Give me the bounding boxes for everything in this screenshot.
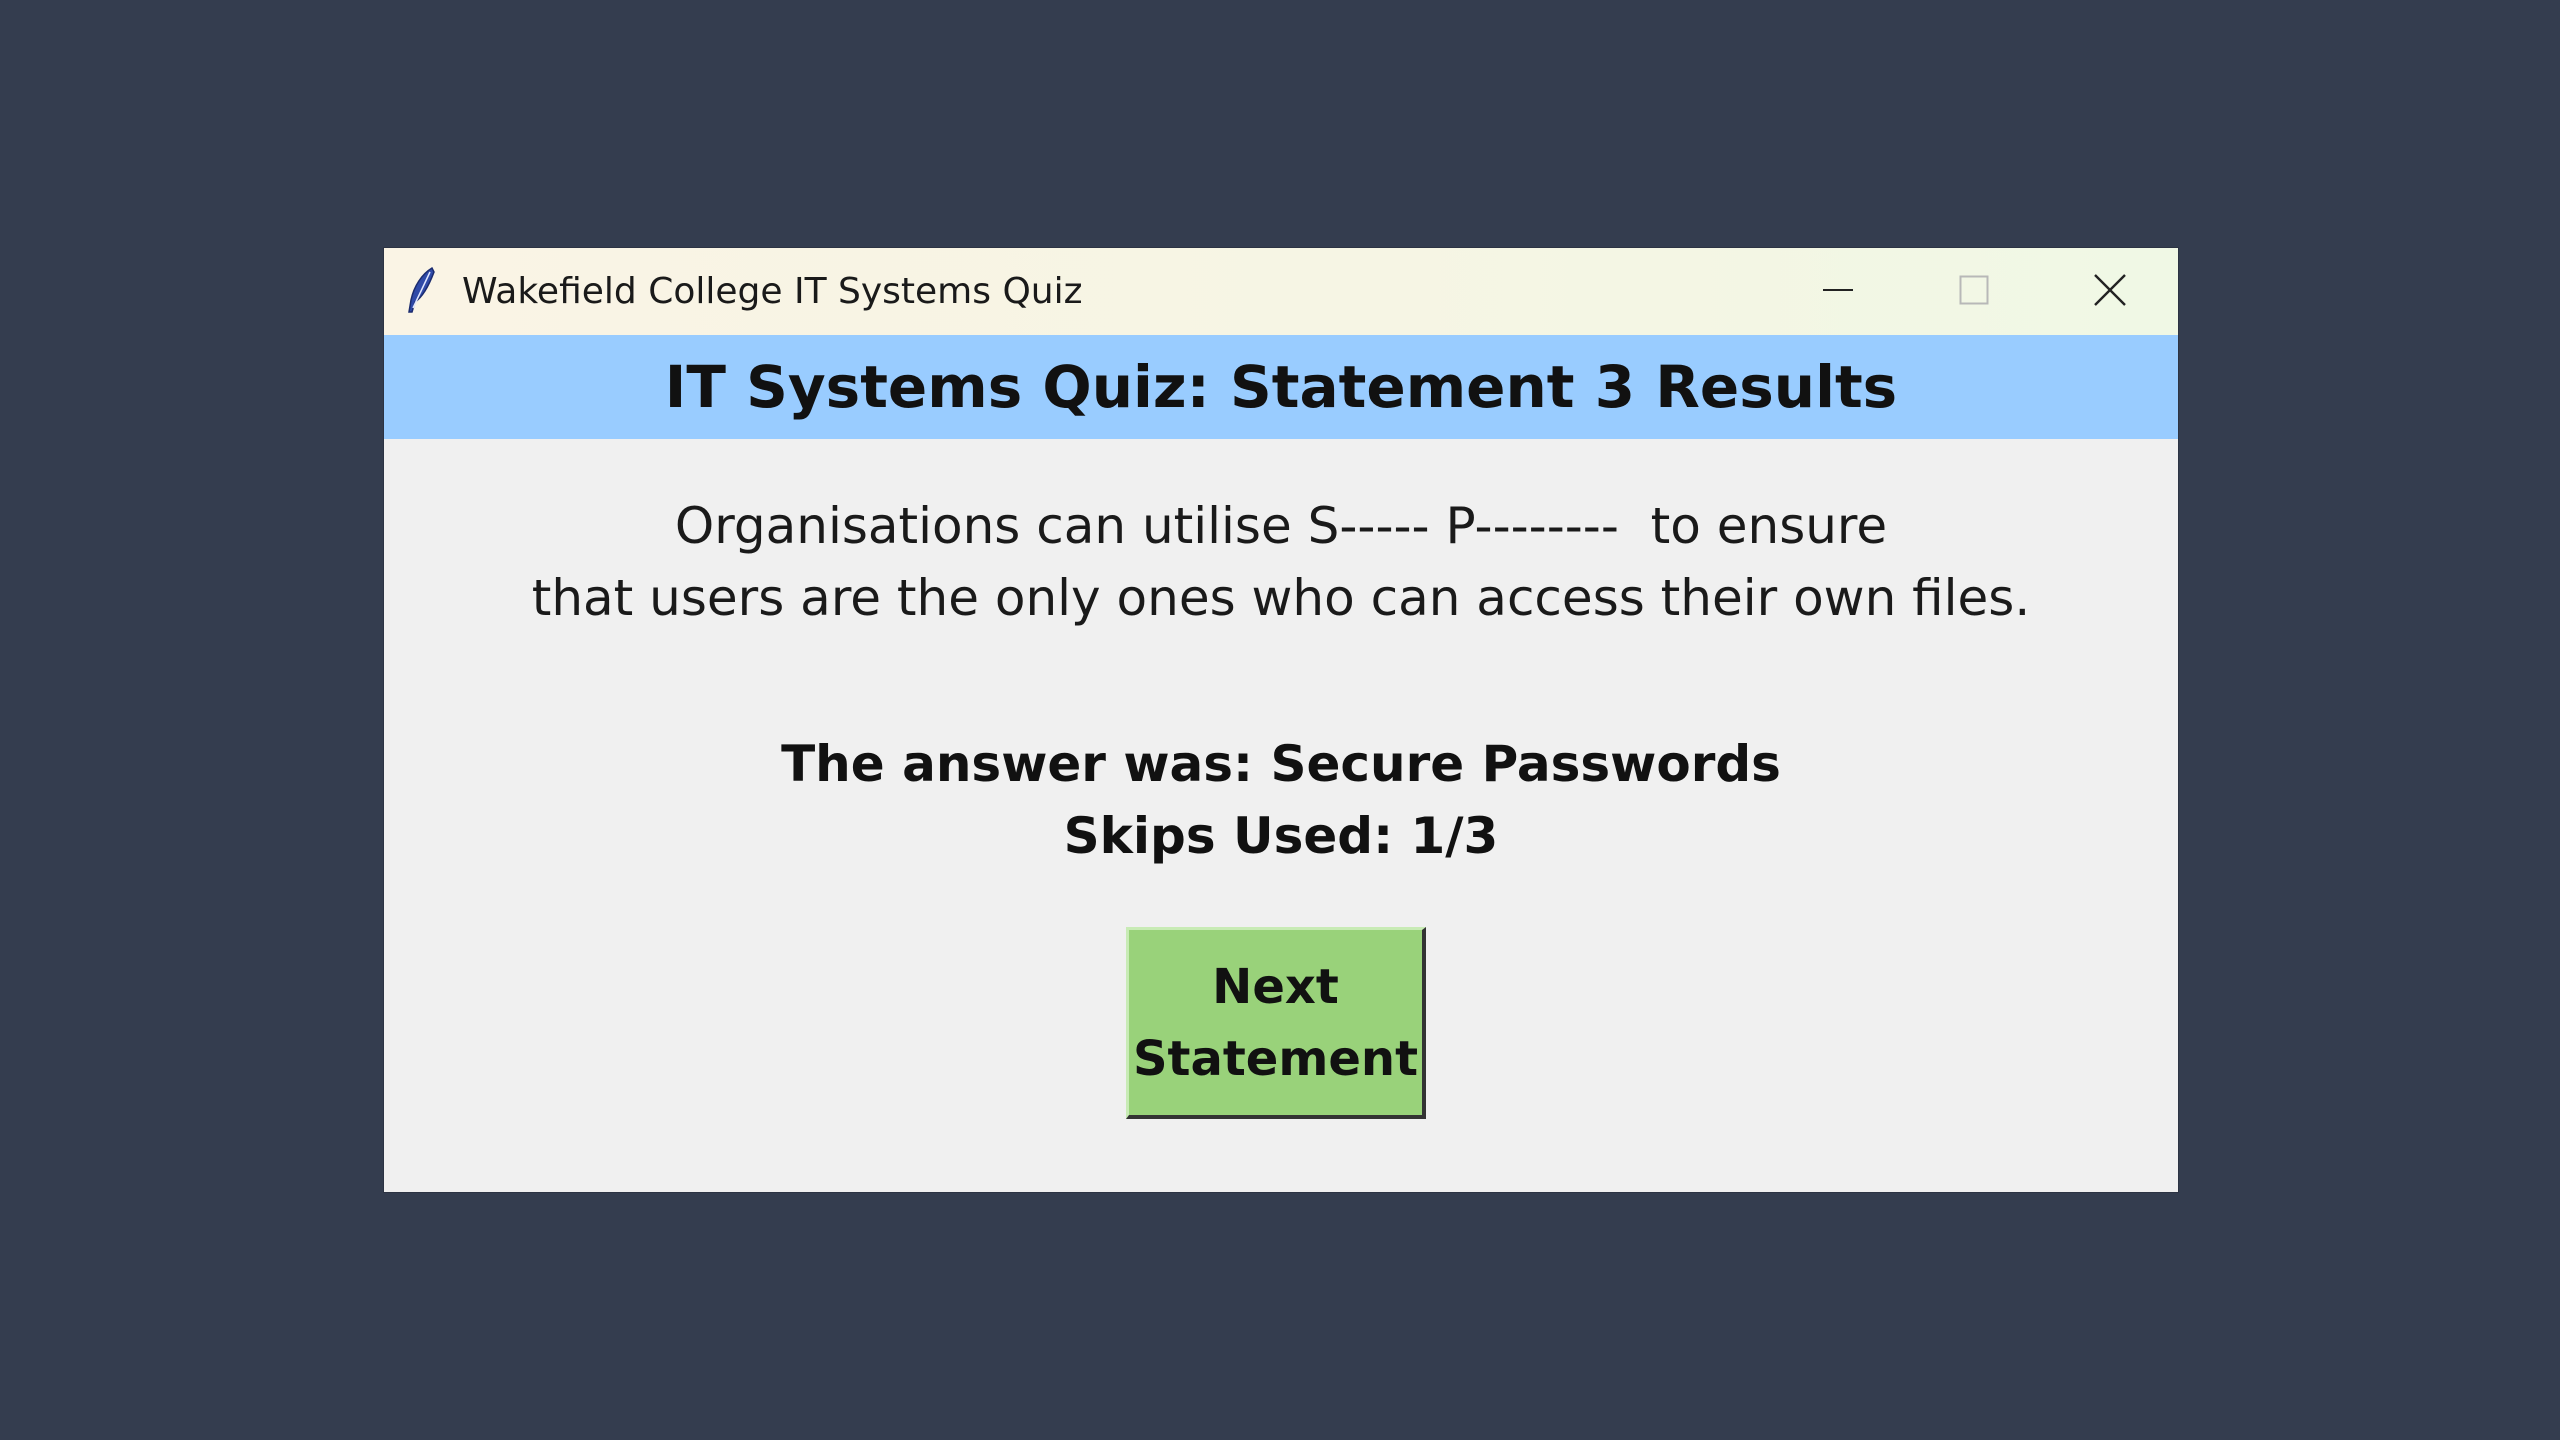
feather-icon [404,266,438,316]
maximize-icon [1959,275,1989,309]
window-title: Wakefield College IT Systems Quiz [462,271,1083,312]
answer-text: The answer was: Secure Passwords [781,735,1781,793]
quiz-window: Wakefield College IT Systems Quiz IT Sys… [384,248,2178,1192]
results-header: IT Systems Quiz: Statement 3 Results [384,335,2178,439]
maximize-button[interactable] [1906,248,2042,335]
title-bar[interactable]: Wakefield College IT Systems Quiz [384,248,2178,335]
statement-line-1: Organisations can utilise S----- P------… [674,497,1888,555]
page-title: IT Systems Quiz: Statement 3 Results [664,353,1898,421]
next-statement-button[interactable]: Next Statement [1126,927,1426,1119]
result-summary: The answer was: Secure Passwords Skips U… [384,728,2178,872]
statement-line-2: that users are the only ones who can acc… [531,569,2031,627]
close-button[interactable] [2042,248,2178,335]
skips-used-text: Skips Used: 1/3 [1063,807,1499,865]
next-button-label-line-1: Next [1212,958,1339,1015]
minimize-button[interactable] [1770,248,1906,335]
close-icon [2094,273,2126,310]
next-button-label-line-2: Statement [1132,1030,1419,1087]
quiz-statement: Organisations can utilise S----- P------… [384,490,2178,634]
minimize-icon [1823,275,1853,309]
